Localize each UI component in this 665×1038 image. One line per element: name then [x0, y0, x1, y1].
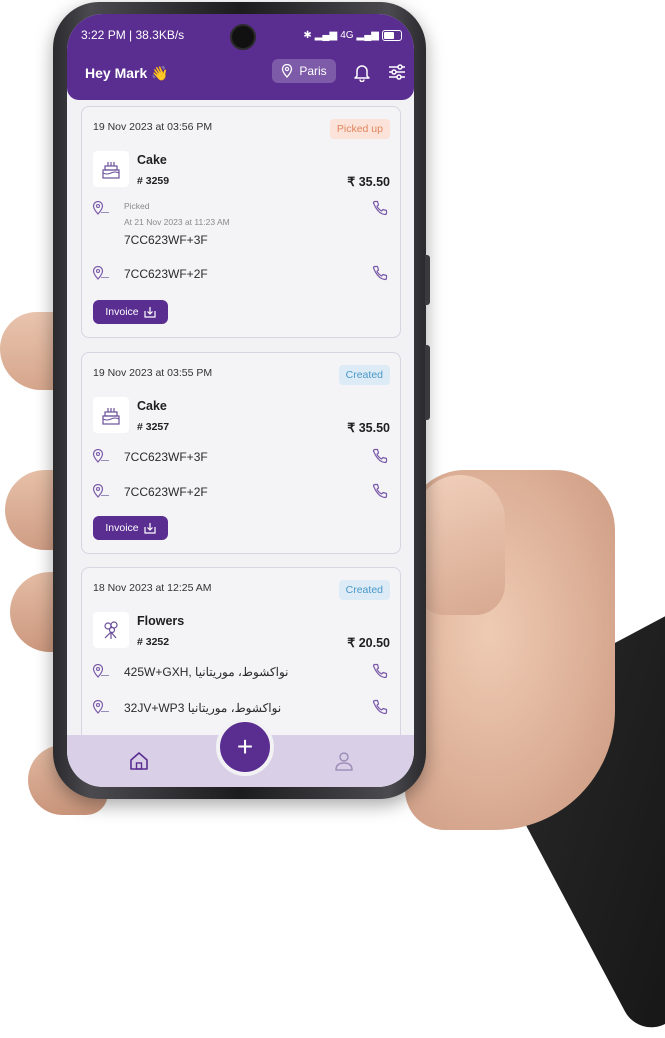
filter-sliders-icon[interactable] — [387, 62, 407, 82]
power-button — [425, 345, 430, 420]
item-name: Cake — [137, 153, 167, 167]
app-header: 3:22 PM | 38.3KB/s ✱ ▂▄▆ 4G ▂▄▆ Hey Mark… — [67, 14, 414, 100]
pickup-time: At 21 Nov 2023 at 11:23 AM — [124, 217, 230, 227]
phone-icon[interactable] — [372, 699, 388, 715]
pin-underline — [101, 711, 109, 712]
status-badge: Created — [338, 580, 390, 600]
drop-address-row: 7CC623WF+2F — [92, 264, 390, 284]
bell-icon[interactable] — [352, 62, 372, 82]
volume-button — [425, 255, 430, 305]
drop-address: 7CC623WF+2F — [124, 267, 208, 281]
pickup-address: 7CC623WF+3F — [124, 233, 208, 247]
drop-address: 7CC623WF+2F — [124, 485, 208, 499]
invoice-button[interactable]: Invoice — [93, 300, 168, 324]
phone-icon[interactable] — [372, 483, 388, 499]
signal-icon: ▂▄▆ — [356, 29, 379, 41]
status-icons: ✱ ▂▄▆ 4G ▂▄▆ — [303, 29, 402, 41]
order-price: ₹ 35.50 — [347, 175, 390, 189]
add-order-button[interactable]: + — [216, 718, 274, 776]
order-card[interactable]: 19 Nov 2023 at 03:56 PM Picked up Cake #… — [81, 106, 401, 338]
signal-icon: ▂▄▆ — [314, 29, 338, 41]
pickup-address: 425W+GXH, نواكشوط، موريتانيا — [124, 665, 289, 679]
hand-thumb — [415, 475, 505, 615]
phone-icon[interactable] — [372, 265, 388, 281]
invoice-button[interactable]: Invoice — [93, 516, 168, 540]
cake-icon — [93, 151, 129, 187]
order-number: # 3259 — [137, 175, 170, 187]
order-date: 19 Nov 2023 at 03:56 PM — [93, 121, 213, 133]
add-icon: + — [236, 731, 254, 762]
status-badge: Created — [338, 365, 390, 385]
pickup-address-row: 7CC623WF+3F — [92, 447, 390, 467]
network-label: 4G — [340, 29, 354, 41]
profile-icon[interactable] — [333, 750, 355, 772]
order-date: 19 Nov 2023 at 03:55 PM — [93, 367, 213, 379]
status-badge: Picked up — [329, 119, 390, 139]
order-price: ₹ 35.50 — [347, 421, 390, 435]
pin-underline — [101, 460, 109, 461]
phone-icon[interactable] — [372, 663, 388, 679]
invoice-label: Invoice — [105, 306, 139, 318]
pickup-address: 7CC623WF+3F — [124, 450, 208, 464]
download-icon — [144, 307, 156, 318]
download-icon — [144, 523, 156, 534]
location-label: Paris — [299, 64, 327, 78]
app-screen: 3:22 PM | 38.3KB/s ✱ ▂▄▆ 4G ▂▄▆ Hey Mark… — [67, 14, 414, 787]
order-number: # 3252 — [137, 636, 170, 648]
invoice-label: Invoice — [105, 522, 139, 534]
pin-underline — [101, 675, 109, 676]
front-camera — [230, 24, 256, 50]
item-name: Flowers — [137, 614, 185, 628]
drop-address-row: 7CC623WF+2F — [92, 482, 390, 502]
bluetooth-icon: ✱ — [303, 29, 312, 41]
pin-underline — [101, 277, 109, 278]
pickup-address-row: 425W+GXH, نواكشوط، موريتانيا — [92, 662, 390, 682]
phone-icon[interactable] — [372, 200, 388, 216]
item-name: Cake — [137, 399, 167, 413]
order-price: ₹ 20.50 — [347, 636, 390, 650]
order-date: 18 Nov 2023 at 12:25 AM — [93, 582, 212, 594]
greeting-text: Hey Mark 👋 — [85, 65, 169, 81]
order-card[interactable]: 19 Nov 2023 at 03:55 PM Created Cake # 3… — [81, 352, 401, 554]
order-number: # 3257 — [137, 421, 170, 433]
status-time: 3:22 PM | 38.3KB/s — [81, 28, 185, 42]
drop-address: 32JV+WP3 نواكشوط، موريتانيا — [124, 701, 282, 715]
pickup-address-row: Picked At 21 Nov 2023 at 11:23 AM 7CC623… — [92, 199, 390, 249]
location-selector[interactable]: Paris — [272, 59, 336, 83]
cake-icon — [93, 397, 129, 433]
pickup-status: Picked — [124, 201, 150, 211]
pin-underline — [101, 212, 109, 213]
flowers-icon — [93, 612, 129, 648]
drop-address-row: 32JV+WP3 نواكشوط، موريتانيا — [92, 698, 390, 718]
battery-icon — [382, 29, 402, 41]
phone-icon[interactable] — [372, 448, 388, 464]
home-icon[interactable] — [128, 750, 150, 772]
location-pin-icon — [282, 64, 293, 78]
pin-underline — [101, 495, 109, 496]
